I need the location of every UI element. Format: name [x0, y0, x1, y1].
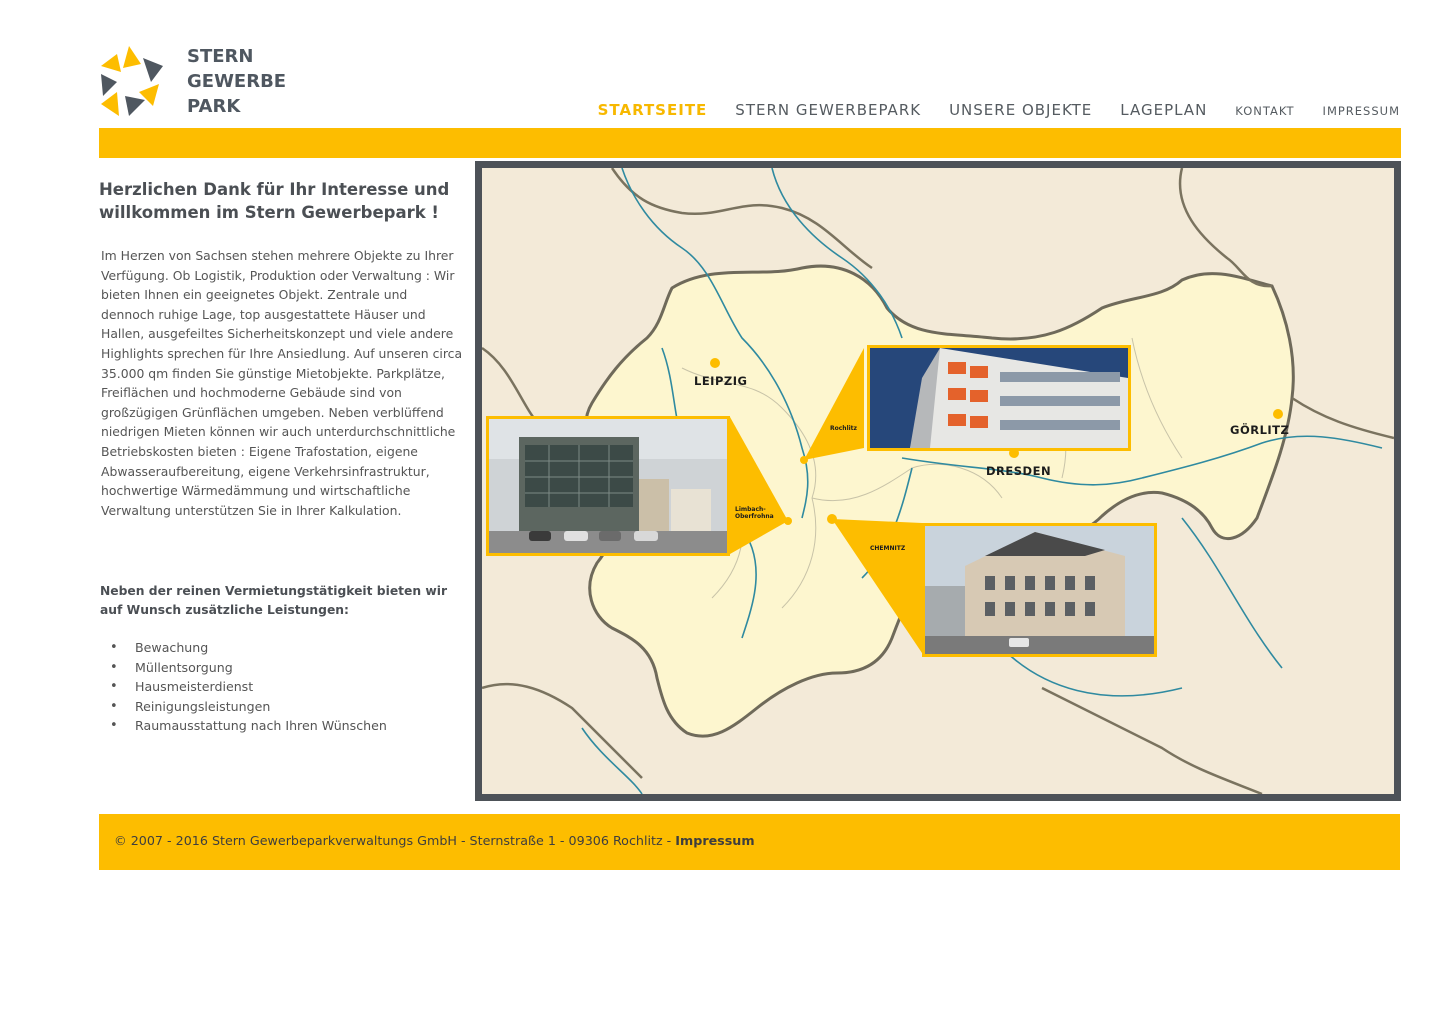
list-item: Müllentsorgung [100, 658, 387, 678]
goerlitz-marker [1273, 409, 1283, 419]
services-title: Neben der reinen Vermietungstätigkeit bi… [100, 584, 448, 617]
services-list: Bewachung Müllentsorgung Hausmeisterdien… [100, 638, 387, 736]
photo-chemnitz-building[interactable] [922, 523, 1157, 657]
list-item: Raumausstattung nach Ihren Wünschen [100, 716, 387, 736]
photo-limbach-building[interactable] [486, 416, 730, 556]
map-canvas: LEIPZIG DRESDEN GÖRLITZ Rochlitz Limbach… [482, 168, 1394, 794]
city-label-dresden: DRESDEN [986, 464, 1052, 478]
photo-rochlitz-building[interactable] [867, 345, 1131, 451]
footer: © 2007 - 2016 Stern Gewerbeparkverwaltun… [99, 814, 1400, 870]
main-nav: STARTSEITE STERN GEWERBEPARK UNSERE OBJE… [598, 101, 1400, 123]
office-building-image [489, 419, 727, 553]
nav-item-kontakt[interactable]: KONTAKT [1235, 104, 1294, 118]
brand-name: STERN GEWERBE PARK [187, 46, 287, 117]
leipzig-marker [710, 358, 720, 368]
callout-label-chemnitz: CHEMNITZ [870, 545, 906, 552]
nav-item-stern-gewerbepark[interactable]: STERN GEWERBEPARK [735, 101, 921, 119]
nav-item-impressum[interactable]: IMPRESSUM [1323, 104, 1400, 118]
city-label-goerlitz: GÖRLITZ [1230, 423, 1290, 437]
modern-building-image [870, 348, 1128, 448]
star-logo-icon [101, 46, 163, 116]
historic-building-image [925, 526, 1154, 654]
list-item: Hausmeisterdienst [100, 677, 387, 697]
callout-label-rochlitz: Rochlitz [830, 425, 858, 432]
footer-impressum-link[interactable]: Impressum [675, 833, 754, 848]
footer-copyright: © 2007 - 2016 Stern Gewerbeparkverwaltun… [114, 833, 755, 848]
city-label-leipzig: LEIPZIG [694, 374, 748, 388]
logo[interactable]: STERN GEWERBE PARK [99, 44, 299, 124]
intro-text: Im Herzen von Sachsen stehen mehrere Obj… [101, 248, 463, 518]
list-item: Bewachung [100, 638, 387, 658]
page-title: Herzlichen Dank für Ihr Interesse und wi… [99, 180, 450, 222]
nav-item-unsere-objekte[interactable]: UNSERE OBJEKTE [949, 101, 1092, 119]
list-item: Reinigungsleistungen [100, 697, 387, 717]
callout-label-limbach: Limbach- Oberfrohna [735, 506, 774, 520]
header-bar [99, 128, 1401, 158]
location-map: LEIPZIG DRESDEN GÖRLITZ Rochlitz Limbach… [475, 161, 1401, 801]
nav-item-startseite[interactable]: STARTSEITE [598, 101, 708, 119]
nav-item-lageplan[interactable]: LAGEPLAN [1120, 101, 1207, 119]
